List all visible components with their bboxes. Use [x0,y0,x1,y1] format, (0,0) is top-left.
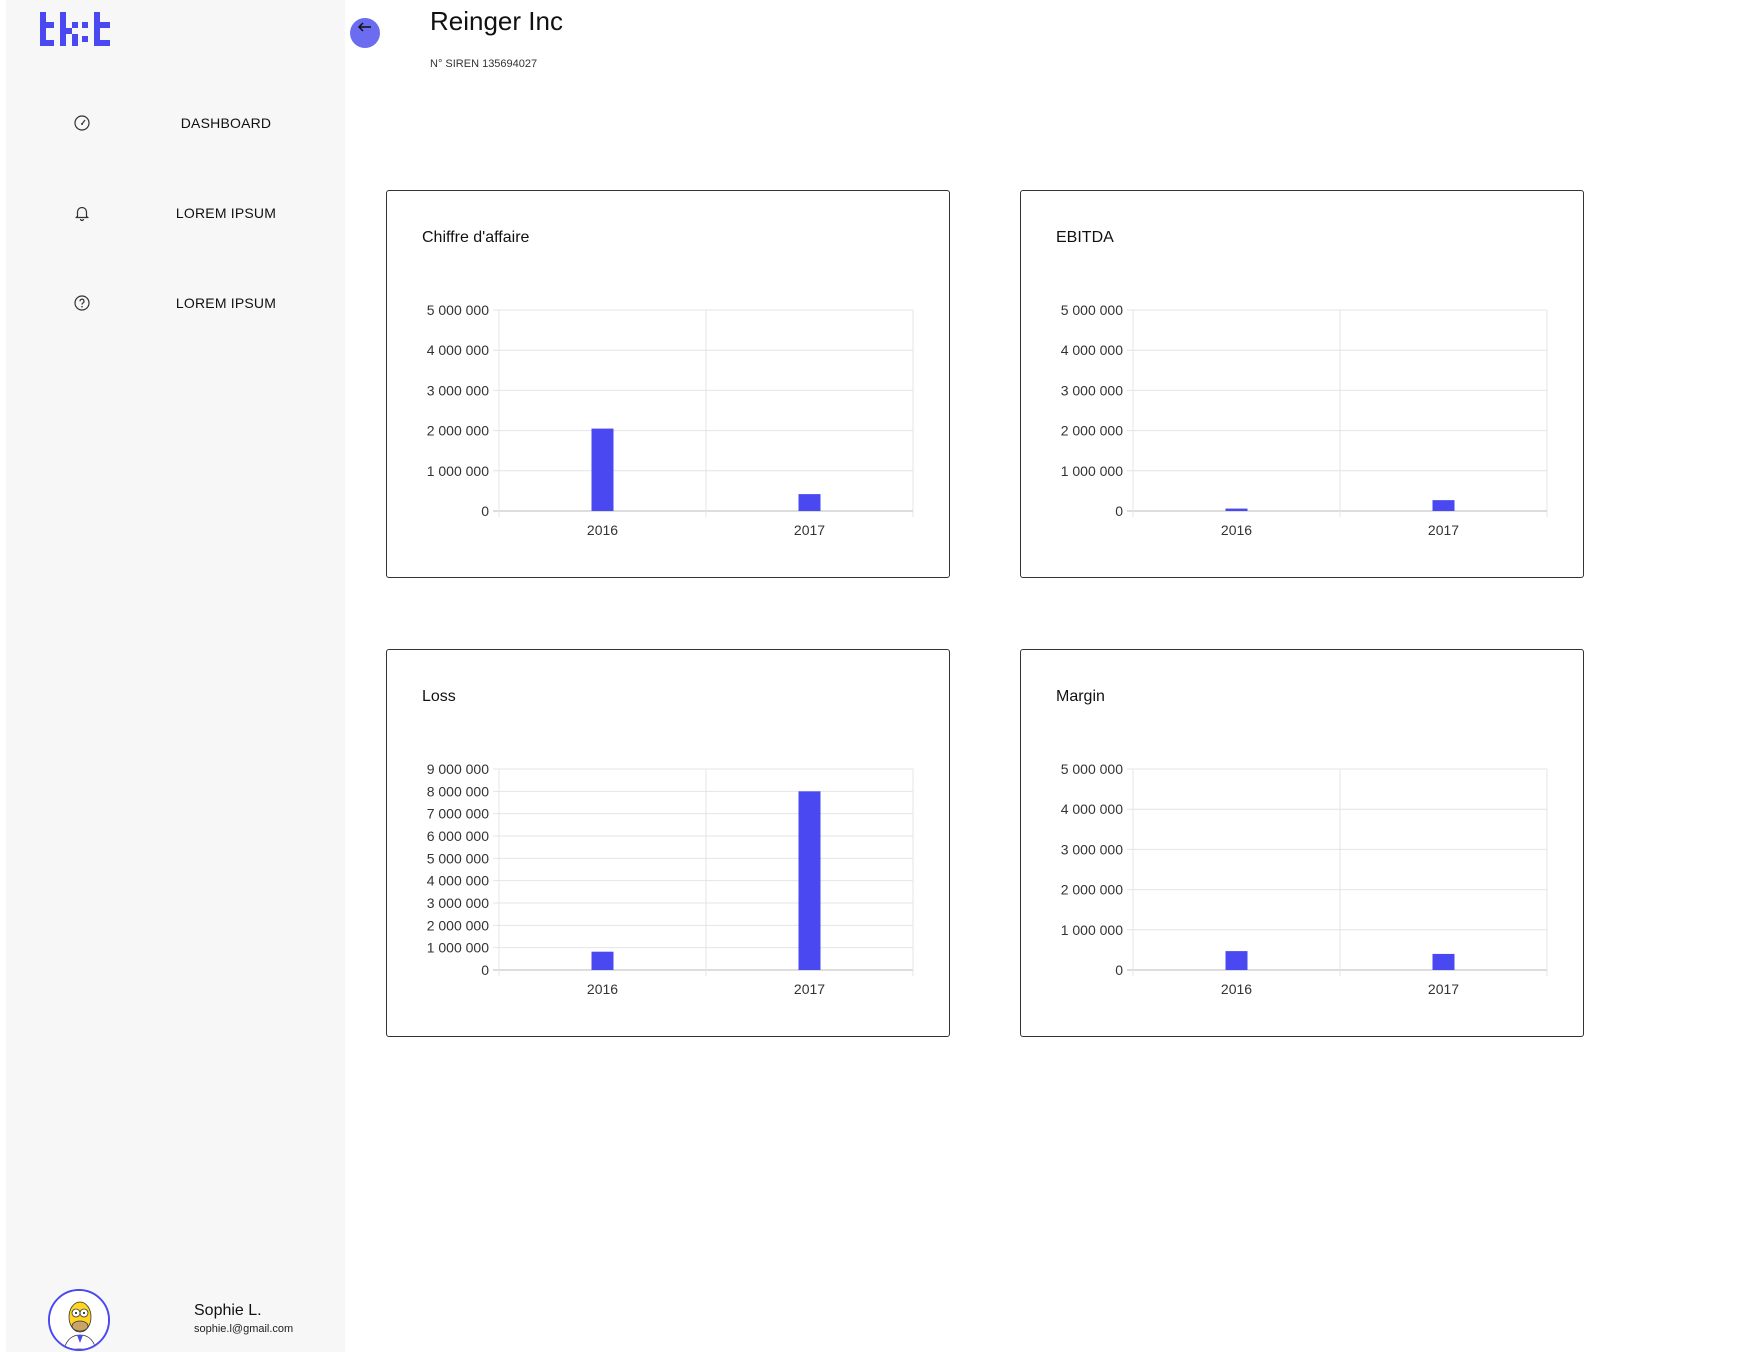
y-tick-label: 3 000 000 [1061,382,1123,398]
sidebar-item-label: LOREM IPSUM [175,205,277,221]
chart-card-loss: Loss 01 000 000 2 000 000 3 000 000 4 000 0… [386,649,950,1037]
sidebar-item-label: LOREM IPSUM [175,295,277,311]
bar-2017 [798,791,821,970]
y-tick-label: 1 000 000 [427,940,489,956]
y-tick-label: 0 [481,962,489,978]
user-profile[interactable]: Sophie L. sophie.l@gmail.com [6,1285,345,1352]
siren-number: N° SIREN 135694027 [430,58,538,70]
bar-2017 [1432,953,1455,970]
chart-card-ebitda: EBITDA 01 000 000 2 000 000 3 000 000 4 000… [1020,190,1584,578]
sidebar-item-dashboard[interactable]: DASHBOARD [6,104,345,144]
bar-chart: 0 1 000 000 2 000 000 3 000 000 4 000 000 5 0… [427,761,914,997]
y-tick-label: 1 000 000 [1061,463,1123,479]
y-tick-label: 9 000 000 [427,761,489,777]
sidebar-item-label: DASHBOARD [180,115,272,131]
bar-2017 [1432,500,1455,511]
avatar-image [50,1291,108,1349]
x-tick-label: 2017 [1428,981,1459,997]
y-tick-label: 6 000 000 [427,828,489,844]
x-tick-label: 2017 [794,522,825,538]
bar-2017 [798,494,821,511]
bell-icon [75,206,89,222]
y-tick-label: 1 000 000 [427,463,489,479]
x-tick-label: 2017 [794,981,825,997]
y-tick-label: 4 000 000 [1061,801,1123,817]
sidebar-item-lorem-ipsum-2[interactable]: LOREM IPSUM [6,284,345,324]
sidebar: DASHBOARD LOREM IPSUM LOREM IPSUM Sophie… [6,0,345,1352]
gauge-icon [74,115,90,131]
user-email: sophie.l@gmail.com [194,1323,294,1335]
bar-chart: 0 1 000 000 2 000 000 3 000 000 4 000 000 5 0… [1061,761,1548,997]
y-tick-label: 0 [1115,503,1123,519]
x-tick-label: 2016 [1221,981,1252,997]
x-tick-label: 2016 [1221,522,1252,538]
sidebar-item-lorem-ipsum-1[interactable]: LOREM IPSUM [6,194,345,234]
avatar[interactable] [48,1289,110,1351]
brand-logo[interactable] [40,10,116,48]
app-root: DASHBOARD LOREM IPSUM LOREM IPSUM Sophie… [0,0,1752,1352]
bar-2016 [591,428,614,511]
y-tick-label: 5 000 000 [1061,302,1123,318]
y-tick-label: 4 000 000 [427,342,489,358]
y-tick-label: 3 000 000 [427,382,489,398]
back-button[interactable] [350,18,380,48]
y-tick-label: 7 000 000 [427,806,489,822]
bar-chart: 0 1 000 000 2 000 000 3 000 000 4 000 000 5 0… [427,302,914,538]
y-tick-label: 0 [481,503,489,519]
bar-2016 [1225,508,1248,511]
y-tick-label: 1 000 000 [1061,922,1123,938]
x-tick-label: 2016 [587,522,618,538]
y-tick-label: 2 000 000 [427,423,489,439]
arrow-left-icon [357,22,371,32]
bar-chart: 0 1 000 000 2 000 000 3 000 000 4 000 000 5 0… [1061,302,1548,538]
y-tick-label: 0 [1115,962,1123,978]
x-tick-label: 2016 [587,981,618,997]
help-circle-icon [74,295,90,311]
y-tick-label: 5 000 000 [427,302,489,318]
y-tick-label: 2 000 000 [1061,423,1123,439]
x-tick-label: 2017 [1428,522,1459,538]
chart-card-chiffre-affaire: Chiffre d'affaire 01 000 000 2 000 000 3 0… [386,190,950,578]
y-tick-label: 4 000 000 [427,873,489,889]
y-tick-label: 3 000 000 [427,895,489,911]
y-tick-label: 3 000 000 [1061,841,1123,857]
y-tick-label: 5 000 000 [1061,761,1123,777]
user-name: Sophie L. [194,1302,262,1319]
chart-card-margin: Margin 01 000 000 2 000 000 3 000 000 4 000… [1020,649,1584,1037]
page-title: Reinger Inc [430,6,563,36]
y-tick-label: 4 000 000 [1061,342,1123,358]
y-tick-label: 8 000 000 [427,783,489,799]
bar-2016 [1225,951,1248,970]
y-tick-label: 2 000 000 [427,917,489,933]
bar-2016 [591,951,614,970]
y-tick-label: 2 000 000 [1061,882,1123,898]
y-tick-label: 5 000 000 [427,850,489,866]
